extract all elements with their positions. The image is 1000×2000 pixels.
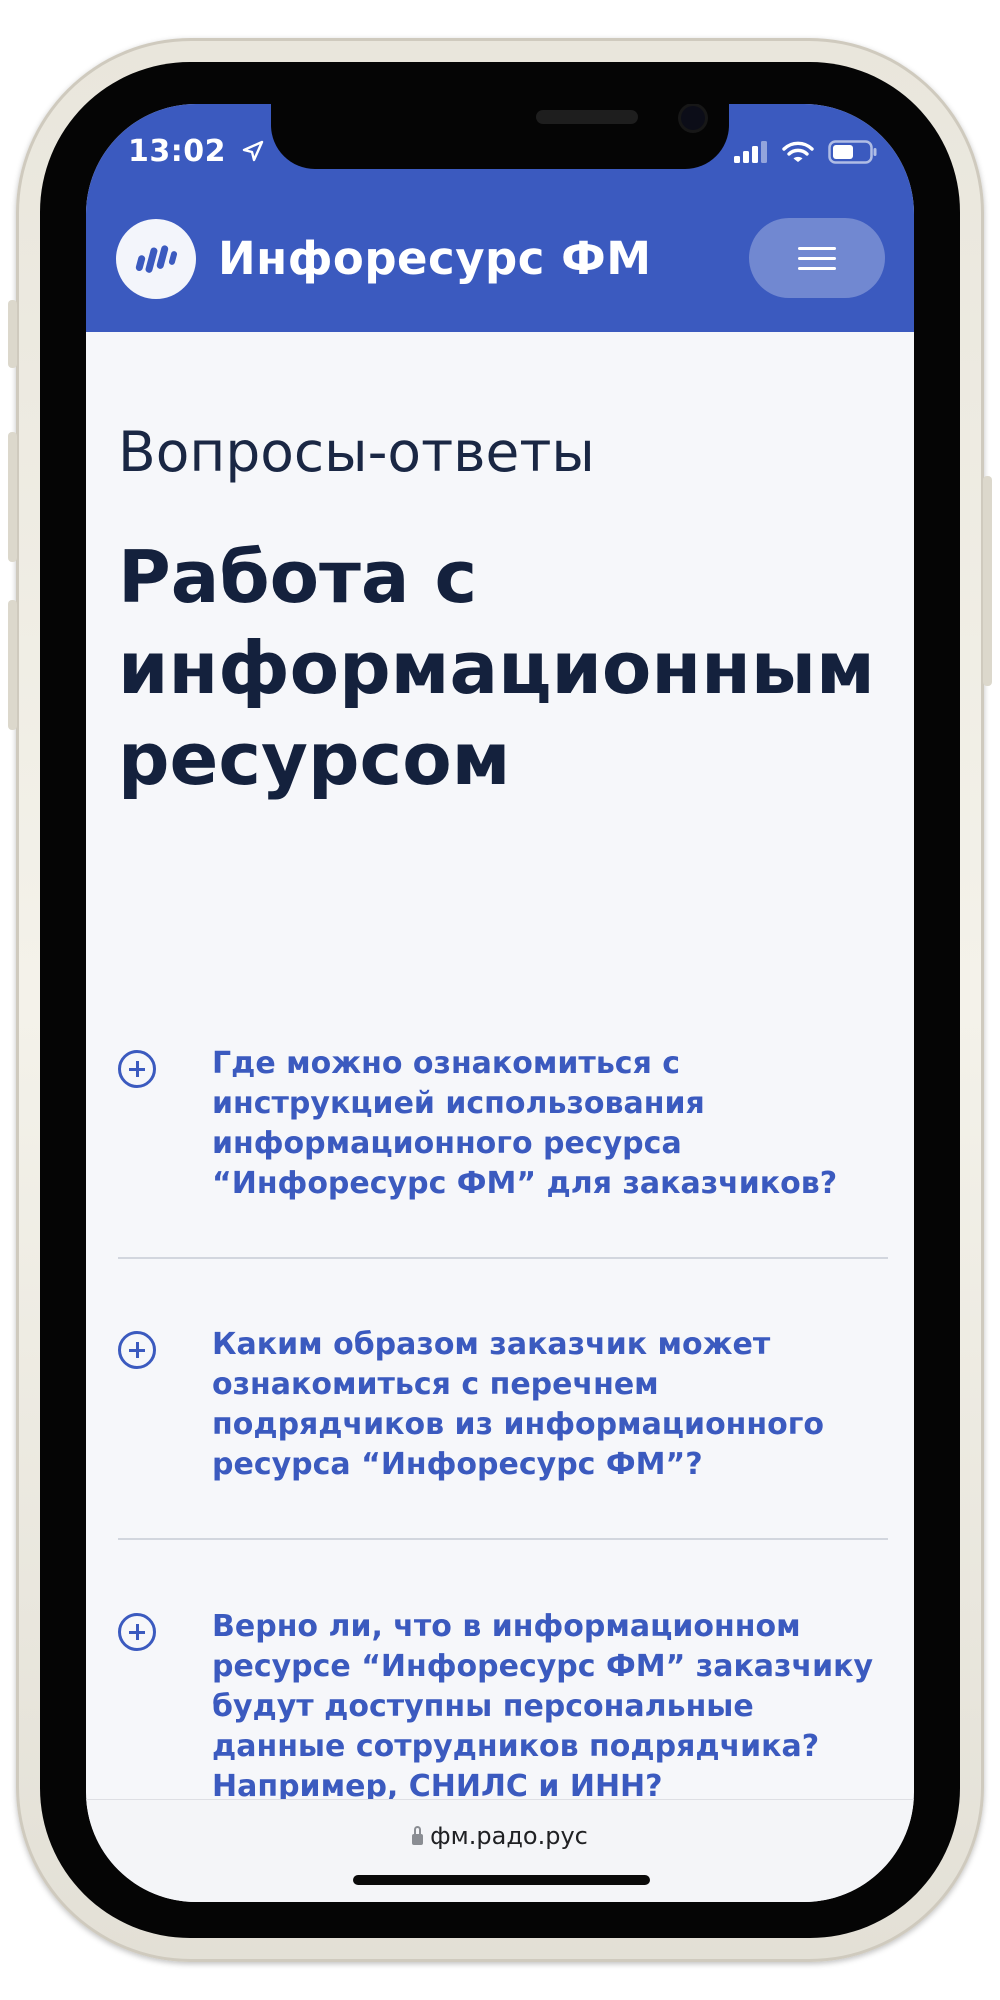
brand-name[interactable]: Инфоресурс ФМ [218,232,652,285]
site-logo[interactable] [116,219,196,299]
status-indicators [734,140,878,164]
phone-screen: 13:02 Инфоресурс ФМ Вопросы-ответы Работ… [86,104,914,1902]
page-title: Работа с информационным ресурсом [118,535,875,801]
volume-down-button [8,600,17,730]
faq-question[interactable]: Верно ли, что в информационном ресурсе “… [212,1607,888,1807]
plus-circle-icon[interactable] [118,1613,156,1651]
plus-circle-icon[interactable] [118,1331,156,1369]
faq-item[interactable]: Где можно ознакомиться с инструкцией исп… [118,1046,888,1259]
plus-circle-icon[interactable] [118,1050,156,1088]
site-header: 13:02 Инфоресурс ФМ [86,104,914,332]
url-text: фм.радо.рус [430,1822,588,1850]
battery-icon [828,140,877,164]
front-camera [681,106,705,130]
lock-icon [412,1826,424,1845]
menu-button[interactable] [749,218,885,298]
signal-icon [734,141,767,163]
faq-item[interactable]: Каким образом заказчик может ознакомитьс… [118,1327,888,1540]
silent-switch [8,300,17,368]
location-arrow-icon [242,140,264,162]
power-button [983,476,992,686]
faq-question[interactable]: Где можно ознакомиться с инструкцией исп… [212,1044,888,1204]
url-field[interactable]: фм.радо.рус [86,1822,914,1850]
wifi-icon [782,141,814,162]
page-subtitle: Вопросы-ответы [118,420,595,484]
phone-notch [271,104,729,169]
earpiece-speaker [536,110,638,124]
home-indicator[interactable] [353,1875,650,1885]
logo-bars-icon [135,245,178,273]
volume-up-button [8,432,17,562]
status-time: 13:02 [128,134,265,169]
browser-address-bar[interactable]: фм.радо.рус [86,1799,914,1902]
hamburger-menu-icon [798,246,836,250]
faq-question[interactable]: Каким образом заказчик может ознакомитьс… [212,1325,888,1485]
